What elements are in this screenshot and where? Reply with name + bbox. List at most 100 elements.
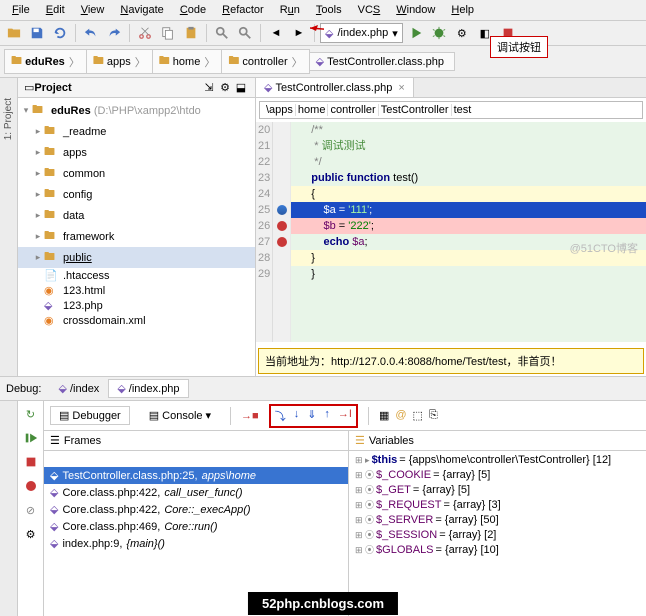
- tree-root[interactable]: eduRes: [51, 105, 91, 117]
- forward-icon[interactable]: ►: [289, 23, 309, 43]
- gear-icon[interactable]: ⚙: [217, 81, 233, 94]
- menu-edit[interactable]: Edit: [38, 2, 73, 18]
- collapse-icon[interactable]: ⇲: [201, 81, 217, 94]
- stop-icon[interactable]: [22, 453, 40, 471]
- editor-panel: ⬙ TestController.class.php × \apps home …: [256, 78, 646, 376]
- show-exec-icon[interactable]: →■: [241, 410, 259, 422]
- crumb-label: eduRes: [25, 56, 65, 68]
- menu-view[interactable]: View: [73, 2, 113, 18]
- find-icon[interactable]: [212, 23, 232, 43]
- debugger-subtab[interactable]: ▤ Debugger: [50, 406, 130, 425]
- evaluate-icon[interactable]: ▦: [379, 409, 389, 422]
- menu-navigate[interactable]: Navigate: [112, 2, 171, 18]
- settings-icon[interactable]: ⚙: [22, 525, 40, 543]
- view-breakpoints-icon[interactable]: [22, 477, 40, 495]
- tree-folder[interactable]: data: [63, 210, 84, 222]
- crumb-controller[interactable]: 🖿 controller: [221, 49, 309, 74]
- breakpoint[interactable]: [273, 218, 290, 234]
- force-step-into-icon[interactable]: ⇓: [307, 408, 316, 424]
- paste-icon[interactable]: [181, 23, 201, 43]
- var-item[interactable]: ⊞ ⦿ $_SERVER = {array} [50]: [349, 512, 646, 527]
- tree-folder[interactable]: _readme: [63, 126, 106, 138]
- bc-seg[interactable]: test: [452, 104, 474, 116]
- menu-window[interactable]: Window: [388, 2, 443, 18]
- frame-item[interactable]: ⬙Core.class.php:422, call_user_func(): [44, 484, 348, 501]
- back-icon[interactable]: ◄: [266, 23, 286, 43]
- redo-icon[interactable]: [104, 23, 124, 43]
- mute-breakpoints-icon[interactable]: ⊘: [22, 501, 40, 519]
- copy-icon[interactable]: [158, 23, 178, 43]
- layout-icon[interactable]: ⬚: [413, 409, 423, 422]
- rerun-icon[interactable]: ↻: [22, 405, 40, 423]
- menu-code[interactable]: Code: [172, 2, 214, 18]
- tree-folder-selected[interactable]: public: [63, 252, 92, 264]
- run-icon[interactable]: [406, 23, 426, 43]
- menu-tools[interactable]: Tools: [308, 2, 350, 18]
- tree-file[interactable]: 123.html: [63, 285, 105, 297]
- editor-tab[interactable]: ⬙ TestController.class.php ×: [256, 78, 414, 97]
- project-tool-tab[interactable]: 1: Project: [3, 98, 14, 140]
- breakpoint[interactable]: [273, 234, 290, 250]
- replace-icon[interactable]: [235, 23, 255, 43]
- menu-file[interactable]: File: [4, 2, 38, 18]
- frame-item-selected[interactable]: ⬙TestController.class.php:25, apps\home: [44, 467, 348, 484]
- step-into-icon[interactable]: ↓: [294, 408, 300, 424]
- watch-icon[interactable]: @: [395, 409, 406, 422]
- tree-folder[interactable]: apps: [63, 147, 87, 159]
- crumb-root[interactable]: 🖿 eduRes: [4, 49, 87, 74]
- tree-folder[interactable]: config: [63, 189, 92, 201]
- bc-seg[interactable]: home: [296, 104, 329, 116]
- tree-folder[interactable]: framework: [63, 231, 114, 243]
- restore-icon[interactable]: ⎘: [429, 409, 438, 422]
- open-icon[interactable]: [4, 23, 24, 43]
- menu-help[interactable]: Help: [443, 2, 482, 18]
- tree-file[interactable]: crossdomain.xml: [63, 315, 146, 327]
- var-item[interactable]: ⊞ ⦿ $_COOKIE = {array} [5]: [349, 467, 646, 482]
- breakpoint-current[interactable]: [273, 202, 290, 218]
- tree-file[interactable]: .htaccess: [63, 270, 109, 282]
- current-execution-line: $a = '111';: [291, 202, 646, 218]
- debug-tab-index[interactable]: ⬙/index: [49, 379, 108, 398]
- bc-seg[interactable]: controller: [328, 104, 378, 116]
- menu-run[interactable]: Run: [272, 2, 308, 18]
- frames-title: Frames: [64, 435, 101, 447]
- menu-vcs[interactable]: VCS: [350, 2, 389, 18]
- frame-item[interactable]: ⬙Core.class.php:469, Core::run(): [44, 518, 348, 535]
- var-item[interactable]: ⊞ ⦿ $_REQUEST = {array} [3]: [349, 497, 646, 512]
- bc-seg[interactable]: \apps: [264, 104, 296, 116]
- var-item[interactable]: ⊞ ⦿ $GLOBALS = {array} [10]: [349, 542, 646, 557]
- frames-panel: ☰Frames ⬙TestController.class.php:25, ap…: [44, 431, 349, 616]
- crumb-home[interactable]: 🖿 home: [152, 49, 223, 74]
- undo-icon[interactable]: [81, 23, 101, 43]
- hide-icon[interactable]: ⬓: [233, 81, 249, 94]
- frame-item[interactable]: ⬙Core.class.php:422, Core::_execApp(): [44, 501, 348, 518]
- crumb-file[interactable]: ⬙ TestController.class.php: [309, 52, 455, 71]
- project-tree[interactable]: ▾🖿eduRes (D:\PHP\xampp2\htdo ▸🖿_readme ▸…: [18, 98, 255, 376]
- tree-file[interactable]: 123.php: [63, 300, 103, 312]
- save-icon[interactable]: [27, 23, 47, 43]
- resume-icon[interactable]: [22, 429, 40, 447]
- refresh-icon[interactable]: [50, 23, 70, 43]
- debug-tab-indexphp[interactable]: ⬙/index.php: [108, 379, 188, 398]
- frame-item[interactable]: ⬙index.php:9, {main}(): [44, 535, 348, 552]
- bc-seg[interactable]: TestController: [379, 104, 452, 116]
- run-config-selector[interactable]: ⬙ /index.php ▾: [320, 23, 403, 43]
- crumb-apps[interactable]: 🖿 apps: [86, 49, 153, 74]
- gutter-marks[interactable]: [273, 122, 291, 342]
- var-item[interactable]: ⊞ ▸ $this = {apps\home\controller\TestCo…: [349, 453, 646, 467]
- line-gutter[interactable]: 20212223242526272829: [256, 122, 273, 342]
- cut-icon[interactable]: [135, 23, 155, 43]
- var-item[interactable]: ⊞ ⦿ $_GET = {array} [5]: [349, 482, 646, 497]
- var-item[interactable]: ⊞ ⦿ $_SESSION = {array} [2]: [349, 527, 646, 542]
- debug-icon[interactable]: [429, 23, 449, 43]
- step-over-icon[interactable]: ⤵: [275, 408, 286, 424]
- attach-icon[interactable]: ⚙: [452, 23, 472, 43]
- menu-refactor[interactable]: Refactor: [214, 2, 272, 18]
- code-editor[interactable]: 20212223242526272829 /** * 调试测试 */ publi…: [256, 122, 646, 342]
- tree-folder[interactable]: common: [63, 168, 105, 180]
- editor-breadcrumb[interactable]: \apps home controller TestController tes…: [259, 101, 643, 119]
- step-out-icon[interactable]: ↑: [324, 408, 330, 424]
- close-tab-icon[interactable]: ×: [398, 82, 404, 94]
- run-to-cursor-icon[interactable]: →I: [338, 408, 352, 424]
- console-subtab[interactable]: ▤ Console ▾: [140, 406, 220, 425]
